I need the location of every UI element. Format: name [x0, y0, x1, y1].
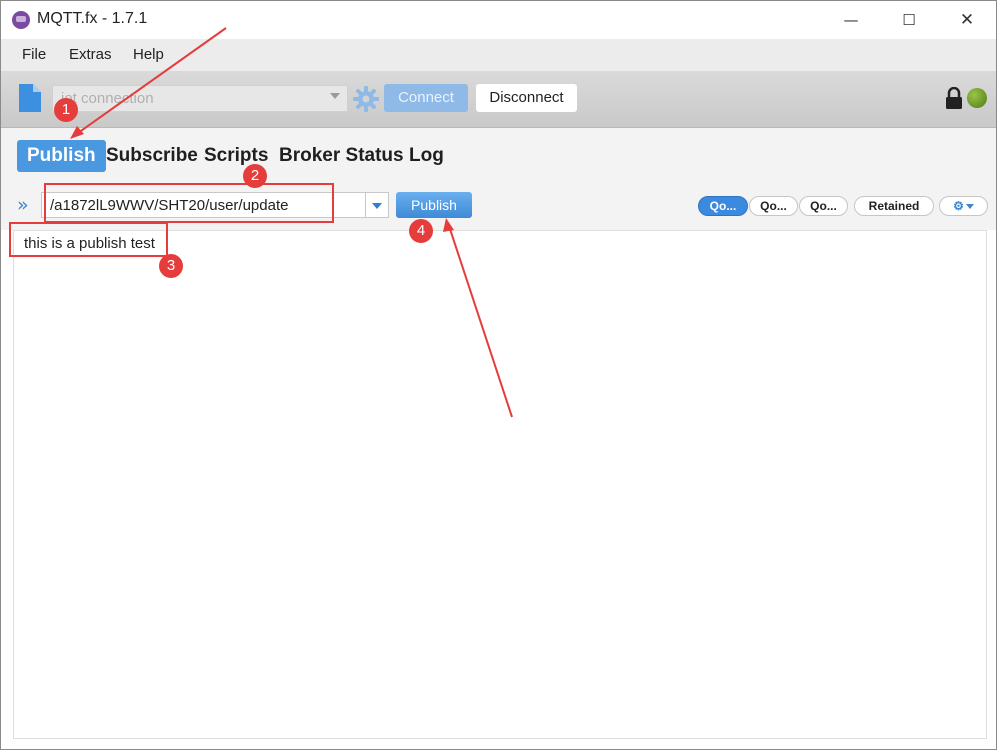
settings-gears-icon: ⚙: [953, 199, 964, 213]
step-badge-1: 1: [54, 98, 78, 122]
tab-log[interactable]: Log: [409, 140, 444, 172]
mqttfx-logo-icon: [12, 11, 30, 29]
qos1-toggle[interactable]: Qo...: [749, 196, 798, 216]
step-badge-2: 2: [243, 164, 267, 188]
menu-extras[interactable]: Extras: [69, 46, 112, 63]
publish-button[interactable]: Publish: [396, 192, 472, 218]
connect-button[interactable]: Connect: [384, 84, 468, 112]
app-window: MQTT.fx - 1.7.1 — ☐ ✕ File Extras Help i…: [0, 0, 997, 750]
qos0-toggle[interactable]: Qo...: [698, 196, 748, 216]
topic-history-dropdown[interactable]: [366, 192, 389, 218]
qos2-toggle[interactable]: Qo...: [799, 196, 848, 216]
options-dropdown[interactable]: ⚙: [939, 196, 988, 216]
main-tabs: Publish Subscribe Scripts Broker Status …: [1, 128, 996, 184]
tab-publish[interactable]: Publish: [17, 140, 106, 172]
connection-profile-select[interactable]: iot connection: [52, 85, 348, 112]
step-badge-3: 3: [159, 254, 183, 278]
highlight-topic-box: [44, 183, 334, 223]
chevron-down-icon: [965, 204, 974, 210]
title-bar: MQTT.fx - 1.7.1 — ☐ ✕: [1, 1, 996, 39]
disconnect-button[interactable]: Disconnect: [476, 84, 577, 112]
retained-toggle[interactable]: Retained: [854, 196, 934, 216]
gear-icon[interactable]: [352, 85, 380, 113]
menu-file[interactable]: File: [22, 46, 46, 63]
window-title: MQTT.fx - 1.7.1: [37, 10, 148, 27]
chevron-down-icon: [330, 93, 340, 99]
menu-help[interactable]: Help: [133, 46, 164, 63]
highlight-payload-box: [9, 222, 168, 257]
double-chevron-right-icon[interactable]: »: [17, 195, 29, 215]
payload-editor[interactable]: this is a publish test: [13, 230, 987, 739]
minimize-button[interactable]: —: [822, 1, 880, 39]
menu-bar: File Extras Help: [1, 39, 996, 71]
tab-broker-status[interactable]: Broker Status: [279, 140, 404, 172]
close-button[interactable]: ✕: [938, 1, 996, 39]
tab-subscribe[interactable]: Subscribe: [106, 140, 198, 172]
new-profile-icon[interactable]: [17, 84, 41, 112]
connection-status-indicator: [967, 88, 987, 108]
connection-toolbar: iot connection Connect Disconnect: [1, 71, 996, 128]
maximize-button[interactable]: ☐: [880, 1, 938, 39]
step-badge-4: 4: [409, 219, 433, 243]
lock-icon: [946, 87, 962, 109]
